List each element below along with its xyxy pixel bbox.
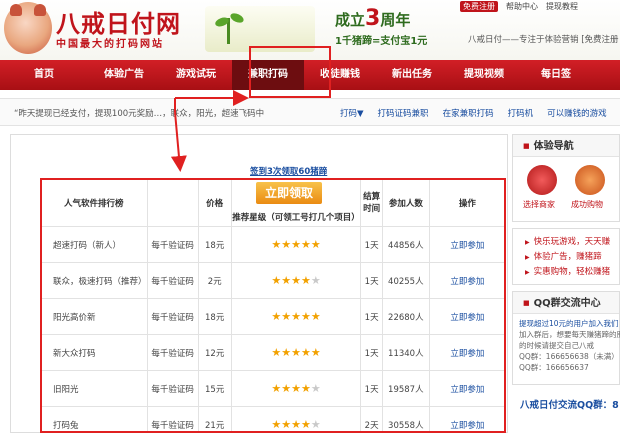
- quick-links-panel: 快乐玩游戏，天天赚 体验广告，赚猪蹄 实惠购物，轻松赚猪: [512, 228, 620, 285]
- qq-group-panel: QQ群交流中心 提现超过10元的用户加入我们 加入群后，想要每天赚猪蹄的朋友加入…: [512, 291, 620, 385]
- qq-line: 提现超过10元的用户加入我们: [519, 319, 619, 328]
- right-sidebar: 体验导航 选择商家 成功购物 快乐玩游戏，天天赚 体验广告，赚猪蹄 实惠购物，轻…: [512, 134, 620, 433]
- shopping-cart-icon[interactable]: [575, 165, 605, 195]
- shop-select-icon[interactable]: [527, 165, 557, 195]
- qq-line: QQ群：166656638（未满）: [519, 352, 619, 361]
- guide-panel: 体验导航 选择商家 成功购物: [512, 134, 620, 222]
- guide-label: 选择商家: [523, 200, 555, 209]
- sidebar-link[interactable]: 体验广告，赚猪蹄: [525, 250, 619, 265]
- qq-line: 的时候请提交自己八戒: [519, 341, 594, 350]
- page: 八戒日付网 中国最大的打码网站 成立3周年 1千猪蹄=支付宝1元 免费注册 帮助…: [0, 0, 620, 433]
- qq-line: QQ群：166656637: [519, 363, 589, 372]
- sidebar-link[interactable]: 实惠购物，轻松赚猪: [525, 265, 619, 280]
- qq-line: 加入群后，想要每天赚猪蹄的朋友加入: [519, 330, 620, 339]
- sidebar-link[interactable]: 快乐玩游戏，天天赚: [525, 235, 619, 250]
- guide-title: 体验导航: [513, 135, 619, 157]
- guide-label: 成功购物: [571, 200, 603, 209]
- qq-group-banner[interactable]: 八戒日付交流QQ群：8: [512, 391, 620, 411]
- qq-title: QQ群交流中心: [513, 292, 619, 314]
